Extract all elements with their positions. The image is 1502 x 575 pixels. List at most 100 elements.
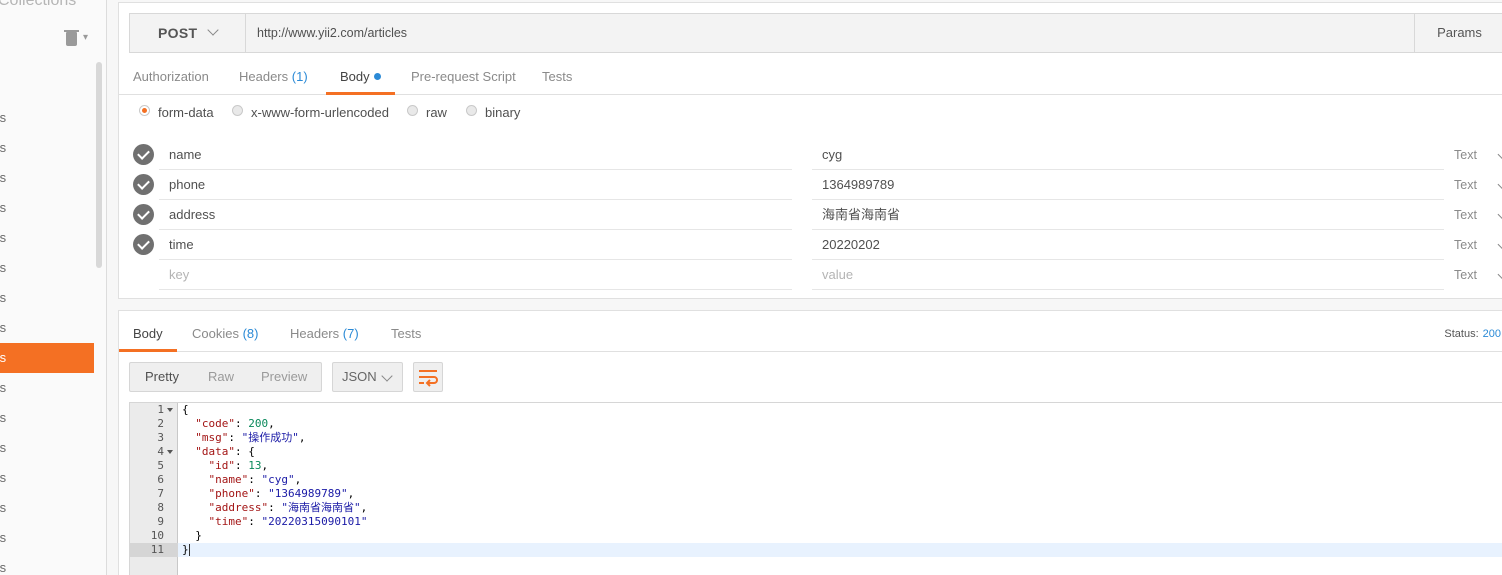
sidebar-item-label: cles	[0, 200, 7, 215]
sidebar-item[interactable]: cles	[0, 343, 94, 373]
form-key-field[interactable]: name	[159, 140, 792, 170]
tab-headers[interactable]: Headers (1)	[239, 59, 308, 95]
response-tabs: Body Cookies (8) Headers (7) Tests Statu…	[119, 316, 1502, 352]
sidebar: Collections ▾ clesclesclesclesclesclescl…	[0, 0, 107, 575]
radio-urlencoded[interactable]: x-www-form-urlencoded	[232, 105, 389, 120]
params-button[interactable]: Params	[1414, 14, 1502, 52]
sidebar-item[interactable]: cles	[0, 553, 94, 575]
sidebar-item[interactable]: cles	[0, 193, 94, 223]
fold-arrow-icon[interactable]	[167, 450, 173, 454]
sidebar-item[interactable]: cles	[0, 403, 94, 433]
sidebar-item[interactable]: cles	[0, 463, 94, 493]
method-select[interactable]: POST	[130, 14, 246, 52]
radio-icon	[407, 105, 418, 116]
form-value-field[interactable]: 海南省海南省	[812, 200, 1444, 230]
sidebar-item-label: cles	[0, 290, 7, 305]
form-type-select[interactable]: Text	[1454, 170, 1477, 200]
resp-tab-headers[interactable]: Headers (7)	[290, 316, 359, 352]
radio-binary-label: binary	[485, 105, 521, 120]
format-raw-button[interactable]: Raw	[208, 363, 234, 391]
code-line: "code": 200,	[195, 417, 275, 430]
sidebar-item-label: cles	[0, 350, 7, 365]
form-type-select[interactable]: Text	[1454, 140, 1477, 170]
status-code: 200	[1482, 328, 1501, 340]
sidebar-item[interactable]: cles	[0, 103, 94, 133]
sidebar-item[interactable]: cles	[0, 283, 94, 313]
chevron-down-icon	[207, 24, 219, 36]
line-number: 6	[157, 473, 164, 486]
code-line: "phone": "1364989789",	[208, 487, 355, 500]
form-type-select[interactable]: Text	[1454, 200, 1477, 230]
radio-form-data-label: form-data	[158, 105, 214, 120]
form-data-table: name cyg Text phone 1364989789 Text addr…	[129, 140, 1502, 290]
tab-body-label: Body	[340, 69, 370, 84]
active-line-highlight	[130, 543, 1502, 557]
row-enabled-check-icon[interactable]	[133, 204, 154, 225]
text-cursor	[189, 544, 190, 556]
format-pretty-button[interactable]: Pretty	[145, 363, 179, 391]
sidebar-item[interactable]: cles	[0, 493, 94, 523]
trash-button[interactable]: ▾	[64, 30, 94, 48]
chevron-down-icon	[381, 370, 393, 382]
chevron-down-icon	[1497, 209, 1502, 220]
wrap-lines-icon	[419, 370, 438, 387]
form-key-field[interactable]: time	[159, 230, 792, 260]
language-select[interactable]: JSON	[332, 362, 403, 392]
url-input[interactable]	[247, 14, 1413, 52]
sidebar-item[interactable]: cles	[0, 523, 94, 553]
language-label: JSON	[342, 369, 377, 384]
form-type-select[interactable]: Text	[1454, 230, 1477, 260]
sidebar-scrollbar[interactable]	[96, 62, 102, 268]
radio-raw[interactable]: raw	[407, 105, 447, 120]
form-value-field[interactable]: 20220202	[812, 230, 1444, 260]
sidebar-item-label: cles	[0, 380, 7, 395]
code-line: {	[182, 403, 189, 416]
sidebar-item[interactable]: cles	[0, 373, 94, 403]
sidebar-item[interactable]: cles	[0, 163, 94, 193]
tab-prerequest-script[interactable]: Pre-request Script	[411, 59, 516, 95]
line-number: 1	[157, 403, 164, 416]
tab-headers-label: Headers	[239, 69, 289, 84]
sidebar-item[interactable]: cles	[0, 253, 94, 283]
response-status: Status: 200	[1444, 316, 1501, 352]
line-number: 8	[157, 501, 164, 514]
tab-tests[interactable]: Tests	[542, 59, 572, 95]
sidebar-item[interactable]: cles	[0, 223, 94, 253]
form-value-field[interactable]: 1364989789	[812, 170, 1444, 200]
sidebar-item[interactable]: cles	[0, 433, 94, 463]
sidebar-item-label: cles	[0, 140, 7, 155]
code-line: }	[182, 529, 202, 542]
sidebar-item-label: cles	[0, 230, 7, 245]
form-type-select[interactable]: Text	[1454, 260, 1477, 290]
new-key-input[interactable]: key	[159, 260, 792, 290]
line-number: 9	[157, 515, 164, 528]
tab-authorization[interactable]: Authorization	[133, 59, 209, 95]
row-enabled-check-icon[interactable]	[133, 144, 154, 165]
collections-title: Collections	[0, 0, 77, 9]
tab-body[interactable]: Body	[326, 59, 395, 95]
form-key-field[interactable]: address	[159, 200, 792, 230]
new-value-input[interactable]: value	[812, 260, 1444, 290]
chevron-down-icon	[1497, 269, 1502, 280]
radio-form-data[interactable]: form-data	[139, 105, 214, 120]
status-label: Status:	[1444, 328, 1479, 340]
wrap-lines-button[interactable]	[413, 362, 443, 392]
resp-tab-headers-count: (7)	[342, 326, 359, 341]
form-key-field[interactable]: phone	[159, 170, 792, 200]
sidebar-item-label: cles	[0, 170, 7, 185]
resp-tab-cookies[interactable]: Cookies (8)	[192, 316, 258, 352]
sidebar-item[interactable]: cles	[0, 133, 94, 163]
request-panel: POST Params Authorization Headers (1) Bo…	[118, 2, 1502, 299]
response-body-editor[interactable]: 1 2 3 4 5 6 7 8 9 10 11 { "code": 200, "msg": "操作成…	[129, 402, 1502, 575]
form-value-field[interactable]: cyg	[812, 140, 1444, 170]
sidebar-item[interactable]: cles	[0, 313, 94, 343]
resp-tab-body[interactable]: Body	[119, 316, 177, 352]
radio-binary[interactable]: binary	[466, 105, 520, 120]
format-preview-button[interactable]: Preview	[261, 363, 307, 391]
row-enabled-check-icon[interactable]	[133, 234, 154, 255]
resp-tab-headers-label: Headers	[290, 326, 340, 341]
url-bar: POST Params	[129, 13, 1502, 53]
fold-arrow-icon[interactable]	[167, 408, 173, 412]
row-enabled-check-icon[interactable]	[133, 174, 154, 195]
resp-tab-tests[interactable]: Tests	[391, 316, 421, 352]
